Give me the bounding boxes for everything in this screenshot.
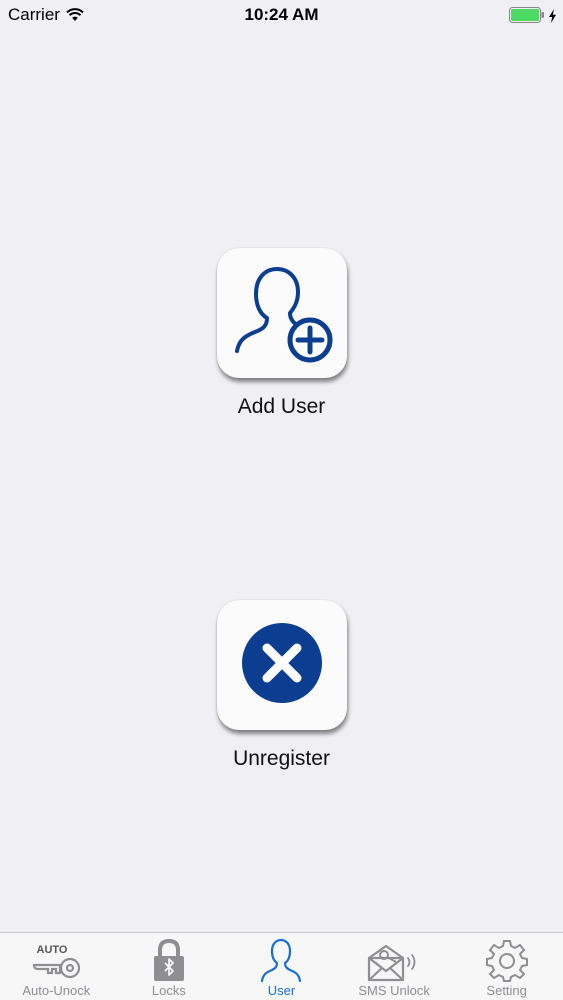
tab-bar: AUTO Auto-Unock Locks User SMS Unlock Se…: [0, 932, 563, 1000]
close-circle-icon: [240, 621, 324, 710]
user-screen: Carrier 10:24 AM Add User Unregister AUT…: [0, 0, 563, 1000]
tab-user[interactable]: User: [225, 933, 338, 1000]
unregister-action: Unregister: [0, 600, 563, 771]
add-user-icon: [227, 256, 337, 371]
tab-auto-unlock-label: Auto-Unock: [22, 983, 91, 998]
user-icon: [225, 936, 338, 982]
tab-setting[interactable]: Setting: [450, 933, 563, 1000]
unregister-button[interactable]: [216, 600, 347, 730]
charging-bolt-icon: [548, 8, 557, 28]
gear-icon: [450, 936, 563, 982]
auto-badge-text: AUTO: [37, 944, 68, 956]
battery-icon: [509, 7, 545, 28]
unregister-label: Unregister: [233, 747, 330, 770]
tab-auto-unlock[interactable]: AUTO Auto-Unock: [0, 933, 113, 1000]
sms-envelope-icon: [338, 936, 451, 982]
bluetooth-lock-icon: [113, 936, 226, 982]
tab-sms-unlock-label: SMS Unlock: [358, 983, 430, 998]
tab-setting-label: Setting: [486, 983, 527, 998]
tab-locks-label: Locks: [151, 983, 186, 998]
status-bar: Carrier 10:24 AM: [0, 0, 563, 30]
tab-user-label: User: [267, 983, 296, 998]
status-time: 10:24 AM: [244, 5, 319, 24]
tab-locks[interactable]: Locks: [113, 933, 226, 1000]
battery-indicator: [509, 7, 557, 28]
add-user-label: Add User: [237, 395, 326, 418]
tab-sms-unlock[interactable]: SMS Unlock: [338, 933, 451, 1000]
add-user-action: Add User: [0, 248, 563, 419]
add-user-button[interactable]: [216, 248, 347, 378]
auto-key-icon: AUTO: [0, 936, 113, 982]
